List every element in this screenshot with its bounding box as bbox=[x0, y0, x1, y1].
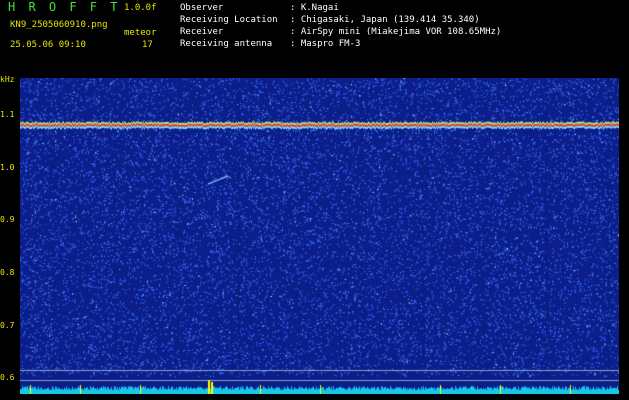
location-value: : Chigasaki, Japan (139.414 35.340) bbox=[290, 15, 480, 25]
antenna-value: : Maspro FM-3 bbox=[290, 39, 361, 49]
meteor-count: 17 bbox=[142, 40, 153, 50]
receiver-value: : AirSpy mini (Miakejima VOR 108.65MHz) bbox=[290, 27, 502, 37]
y-tick-label: 0.6 bbox=[0, 373, 15, 383]
datetime-label: 25.05.06 09:10 bbox=[10, 40, 86, 50]
spectrogram-canvas[interactable] bbox=[20, 78, 619, 394]
receiver-key: Receiver bbox=[180, 27, 224, 37]
meteor-label: meteor bbox=[124, 28, 157, 38]
location-key: Receiving Location bbox=[180, 15, 278, 25]
y-tick-label: 1.0 bbox=[0, 162, 15, 172]
y-tick-label: 0.7 bbox=[0, 320, 15, 330]
app-title: H R O F F T bbox=[8, 0, 121, 14]
version-label: 1.0.0f bbox=[124, 3, 157, 13]
antenna-key: Receiving antenna bbox=[180, 39, 273, 49]
y-tick-label: 0.8 bbox=[0, 267, 15, 277]
y-tick-label: 1.1 bbox=[0, 109, 15, 119]
observer-key: Observer bbox=[180, 3, 224, 13]
observer-value: : K.Nagai bbox=[290, 3, 339, 13]
y-tick-label: 0.9 bbox=[0, 215, 15, 225]
filename-label: KN9_2505060910.png bbox=[10, 20, 108, 30]
y-unit-label: kHz bbox=[0, 75, 15, 84]
header-panel: H R O F F T 1.0.0f KN9_2505060910.png me… bbox=[0, 0, 629, 75]
